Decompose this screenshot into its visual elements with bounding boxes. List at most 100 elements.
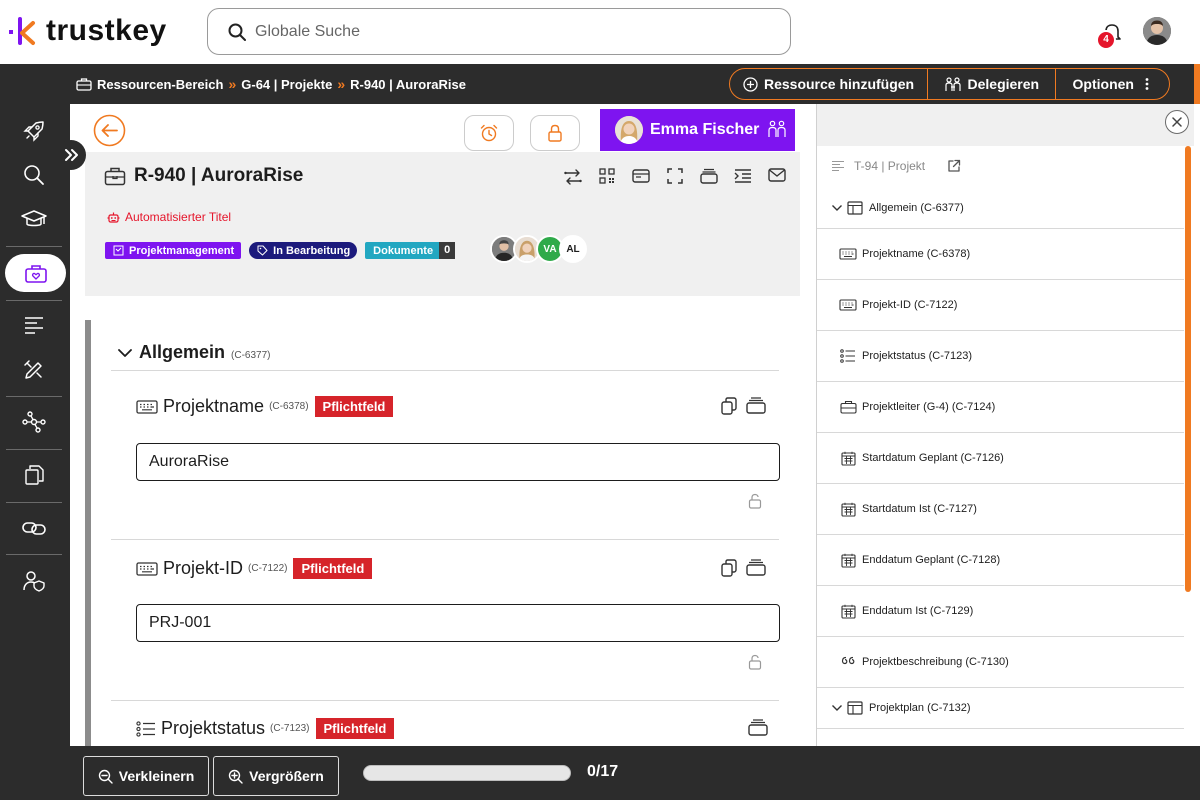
- zoom-out-button[interactable]: Verkleinern: [83, 756, 209, 796]
- category-tag[interactable]: Projektmanagement: [105, 242, 242, 259]
- tree-item-project-status[interactable]: Projektstatus (C-7123): [817, 331, 1184, 382]
- panel-scrollbar[interactable]: [1185, 146, 1191, 592]
- record-title: R-940 | AuroraRise: [104, 165, 303, 187]
- form-content: Allgemein (C-6377) Projektname (C-6378) …: [85, 320, 800, 746]
- sidebar-item-links[interactable]: [12, 510, 56, 546]
- footer-bar: Verkleinern Vergrößern 0/17: [0, 746, 1200, 800]
- assignee-avatar: [615, 116, 643, 144]
- zoom-in-button[interactable]: Vergrößern: [213, 756, 339, 796]
- unlock-field-button[interactable]: [748, 493, 762, 509]
- calendar-icon: [840, 451, 856, 466]
- user-avatar[interactable]: [1143, 17, 1171, 45]
- people-icon: [944, 76, 961, 91]
- tree-item-start-planned[interactable]: Startdatum Geplant (C-7126): [817, 433, 1184, 484]
- tree-group-project-plan[interactable]: Projektplan (C-7132): [817, 688, 1184, 729]
- sidebar-item-search[interactable]: [12, 157, 56, 193]
- notifications-button[interactable]: 4: [1096, 20, 1124, 50]
- breadcrumb-item-projects[interactable]: G-64 | Projekte: [241, 77, 332, 92]
- tree-item-project-id[interactable]: Projekt-ID (C-7122): [817, 280, 1184, 331]
- sidebar-item-documents[interactable]: [12, 457, 56, 493]
- tree-item-description[interactable]: Projektbeschreibung (C-7130): [817, 637, 1184, 688]
- briefcase-icon: [76, 78, 92, 91]
- window-right-edge: [1194, 104, 1200, 746]
- email-button[interactable]: [760, 168, 794, 186]
- reminder-button[interactable]: [464, 115, 514, 151]
- add-resource-button[interactable]: Ressource hinzufügen: [730, 69, 929, 99]
- field-label: Projektstatus: [161, 718, 266, 738]
- sidebar-item-design[interactable]: [12, 352, 56, 388]
- field-code: (C-7123): [270, 723, 310, 734]
- sidebar-item-learning[interactable]: [12, 201, 56, 237]
- sidebar-item-lists[interactable]: [12, 307, 56, 343]
- project-id-input[interactable]: [136, 604, 780, 642]
- panel-header: T-94 | Projekt: [831, 159, 961, 173]
- chevrons-right-icon: [65, 149, 78, 161]
- status-badge[interactable]: In Bearbeitung: [249, 242, 358, 259]
- documents-badge-label: Dokumente: [373, 244, 434, 257]
- keyboard-icon: [839, 248, 857, 260]
- sidebar-expand-button[interactable]: [56, 140, 86, 170]
- fullscreen-button[interactable]: [658, 168, 692, 186]
- history-button[interactable]: [748, 718, 768, 736]
- sidebar-divider: [6, 449, 62, 450]
- qr-code-button[interactable]: [590, 168, 624, 186]
- tree-item-project-lead[interactable]: Projektleiter (G-4) (C-7124): [817, 382, 1184, 433]
- window-button[interactable]: [624, 168, 658, 186]
- sidebar-item-users[interactable]: [12, 563, 56, 599]
- delegate-button[interactable]: Delegieren: [928, 69, 1056, 99]
- divider: [111, 700, 779, 701]
- network-icon: [22, 411, 46, 433]
- sidebar-item-network[interactable]: [12, 404, 56, 440]
- sidebar-item-resources[interactable]: [5, 254, 66, 292]
- card-stack-icon: [746, 397, 766, 414]
- indent-button[interactable]: [726, 168, 760, 186]
- calendar-icon: [840, 553, 856, 568]
- tree-item-label: Projekt-ID (C-7122): [862, 299, 958, 311]
- link-icon: [22, 522, 46, 535]
- lock-button[interactable]: [530, 115, 580, 151]
- compare-button[interactable]: [556, 168, 590, 186]
- documents-badge[interactable]: Dokumente 0: [365, 242, 456, 259]
- field-header-project-status: Projektstatus (C-7123) Pflichtfeld: [136, 718, 395, 739]
- card-stack-icon: [746, 559, 766, 576]
- avatar[interactable]: AL: [559, 235, 587, 263]
- copy-button[interactable]: [720, 558, 738, 578]
- options-button[interactable]: Optionen: [1056, 69, 1169, 99]
- breadcrumb-item-resources[interactable]: Ressourcen-Bereich: [97, 77, 223, 92]
- table-icon: [847, 201, 863, 215]
- graduation-cap-icon: [21, 210, 47, 227]
- tree-item-end-actual[interactable]: Enddatum Ist (C-7129): [817, 586, 1184, 637]
- tree-group-general[interactable]: Allgemein (C-6377): [817, 188, 1184, 229]
- tag-icon: [257, 245, 268, 256]
- tree-item-project-name[interactable]: Projektname (C-6378): [817, 229, 1184, 280]
- tree-item-end-planned[interactable]: Enddatum Geplant (C-7128): [817, 535, 1184, 586]
- text-align-icon: [832, 160, 844, 172]
- search-icon: [228, 23, 246, 41]
- history-button[interactable]: [746, 396, 766, 416]
- zoom-in-label: Vergrößern: [249, 768, 324, 784]
- required-badge: Pflichtfeld: [315, 718, 395, 739]
- sidebar-divider: [6, 396, 62, 397]
- close-panel-button[interactable]: [1165, 110, 1189, 134]
- assignee-button[interactable]: Emma Fischer: [600, 109, 795, 151]
- panel-toolbar: [817, 104, 1194, 146]
- unlock-field-button[interactable]: [748, 654, 762, 670]
- tree-item-start-actual[interactable]: Startdatum Ist (C-7127): [817, 484, 1184, 535]
- search-input[interactable]: [255, 22, 735, 41]
- breadcrumb-item-current[interactable]: R-940 | AuroraRise: [350, 77, 466, 92]
- global-search[interactable]: [207, 8, 791, 55]
- archive-button[interactable]: [692, 168, 726, 186]
- sidebar-item-launch[interactable]: [12, 113, 56, 149]
- logo[interactable]: trustkey: [8, 14, 167, 48]
- history-button[interactable]: [746, 558, 766, 578]
- status-badge-label: In Bearbeitung: [273, 244, 351, 257]
- section-header-general[interactable]: Allgemein (C-6377): [117, 342, 271, 363]
- sidebar-divider: [6, 300, 62, 301]
- record-actions-group: Ressource hinzufügen Delegieren Optionen: [729, 68, 1170, 100]
- external-link-icon[interactable]: [947, 159, 961, 173]
- main-content: Emma Fischer R-940 | AuroraRise Automati…: [70, 104, 816, 746]
- tree-item-label: Projektstatus (C-7123): [862, 350, 973, 362]
- back-button[interactable]: [93, 114, 126, 147]
- project-name-input[interactable]: [136, 443, 780, 481]
- copy-button[interactable]: [720, 396, 738, 416]
